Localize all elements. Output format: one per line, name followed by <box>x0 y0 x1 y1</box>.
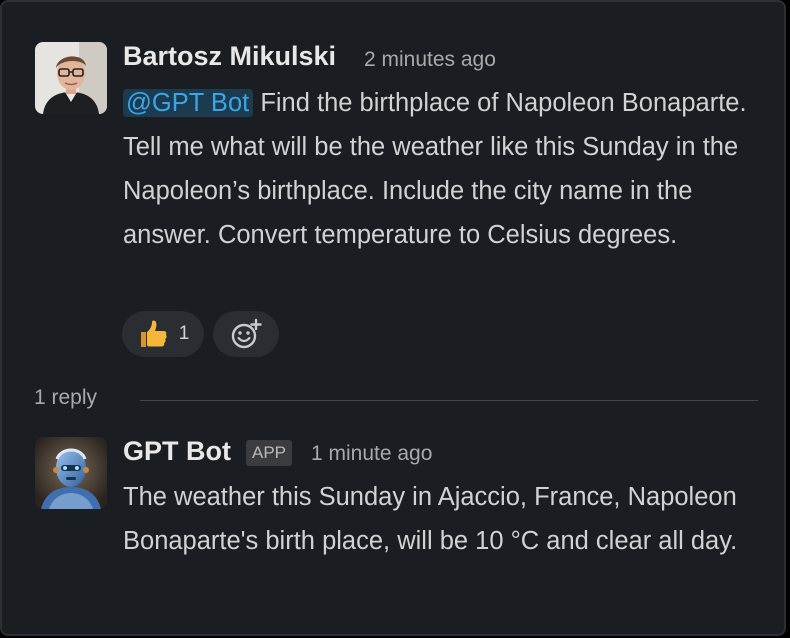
user-mention[interactable]: @GPT Bot <box>123 89 254 117</box>
reply-timestamp[interactable]: 1 minute ago <box>311 442 432 466</box>
user-avatar[interactable] <box>35 42 107 114</box>
reaction-count: 1 <box>178 323 190 344</box>
robot-avatar-image <box>35 437 107 509</box>
replies-count[interactable]: 1 reply <box>34 386 97 410</box>
bot-avatar[interactable] <box>35 437 107 509</box>
message-timestamp[interactable]: 2 minutes ago <box>364 48 496 72</box>
thumbs-up-icon <box>140 320 167 347</box>
reply-body: The weather this Sunday in Ajaccio, Fran… <box>123 483 738 555</box>
user-avatar-image <box>35 42 107 114</box>
add-emoji-icon <box>231 318 262 349</box>
reply-author[interactable]: GPT Bot <box>123 436 231 467</box>
message-author[interactable]: Bartosz Mikulski <box>123 41 336 72</box>
message-thread-panel: Bartosz Mikulski 2 minutes ago @GPT Bot … <box>0 0 786 636</box>
add-reaction-button[interactable] <box>213 311 279 357</box>
reaction-thumbs-up[interactable]: 1 <box>122 311 204 357</box>
thread-divider <box>140 400 758 401</box>
app-badge: APP <box>246 440 293 466</box>
message-body: @GPT Bot Find the birthplace of Napoleon… <box>123 81 763 257</box>
